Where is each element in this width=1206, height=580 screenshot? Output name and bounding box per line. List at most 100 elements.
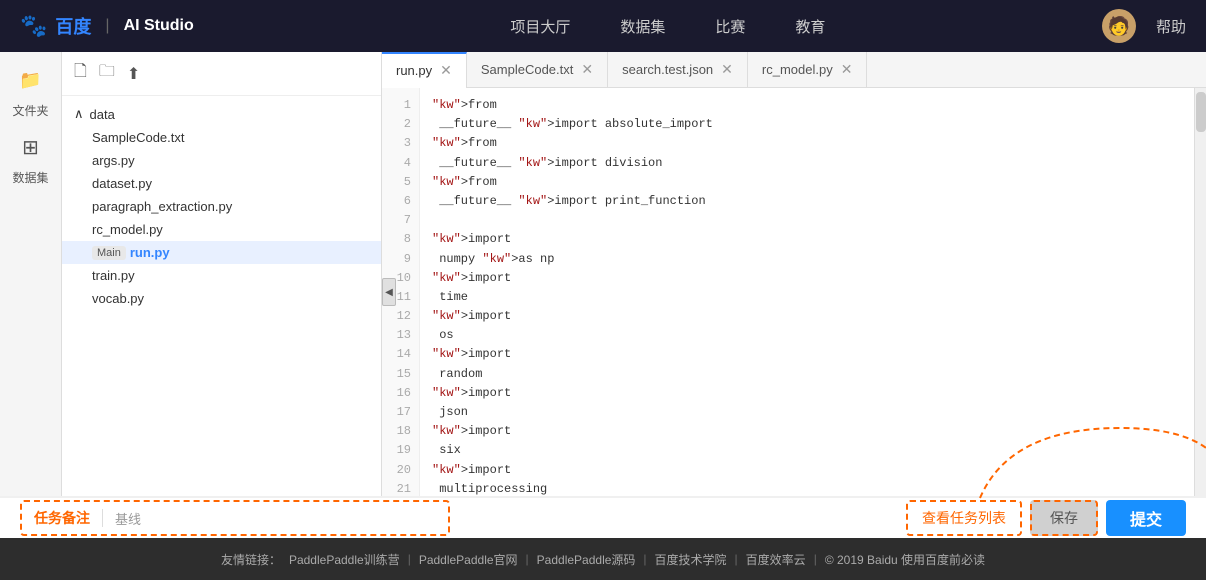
nav-item-education[interactable]: 教育 — [795, 16, 825, 37]
code-line: "kw">from — [432, 134, 1182, 153]
logo-baidu: 百度 — [55, 13, 91, 39]
line-number: 16 — [382, 384, 419, 403]
line-number: 19 — [382, 441, 419, 460]
code-line: "kw">import — [432, 422, 1182, 441]
file-paragraph[interactable]: paragraph_extraction.py — [62, 195, 381, 218]
footer-link-source[interactable]: PaddlePaddle源码 — [537, 551, 636, 568]
bottom-bar: 任务备注 基线 查看任务列表 保存 提交 — [0, 496, 1206, 538]
footer-link-official[interactable]: PaddlePaddle官网 — [419, 551, 518, 568]
line-number: 8 — [382, 230, 419, 249]
nav-right: 🧑 帮助 — [1102, 9, 1186, 43]
nav-items: 项目大厅 数据集 比赛 教育 — [234, 16, 1102, 37]
footer-prefix: 友情链接： — [221, 551, 281, 568]
tab-rc-model-label: rc_model.py — [762, 62, 833, 77]
input-divider — [102, 509, 103, 527]
file-dataset[interactable]: dataset.py — [62, 172, 381, 195]
code-container: ◀ 12345678910111213141516171819202122232… — [382, 88, 1206, 496]
file-run[interactable]: Main run.py — [62, 241, 381, 264]
line-number: 12 — [382, 307, 419, 326]
file-args[interactable]: args.py — [62, 149, 381, 172]
footer-link-cloud[interactable]: 百度效率云 — [746, 551, 806, 568]
nav-item-projects[interactable]: 项目大厅 — [510, 16, 570, 37]
logo-divider: | — [105, 17, 109, 35]
file-vocab[interactable]: vocab.py — [62, 287, 381, 310]
task-note-label: 任务备注 — [34, 508, 90, 528]
avatar[interactable]: 🧑 — [1102, 9, 1136, 43]
tab-rc-model[interactable]: rc_model.py ✕ — [748, 52, 868, 88]
nav-item-datasets[interactable]: 数据集 — [620, 16, 665, 37]
code-line: "kw">import — [432, 307, 1182, 326]
vertical-scrollbar[interactable] — [1194, 88, 1206, 496]
file-toolbar: 🗋 🗀 ⬆ — [62, 52, 381, 96]
line-number: 14 — [382, 345, 419, 364]
task-note-input[interactable]: 任务备注 基线 — [20, 500, 450, 536]
editor-area: run.py ✕ SampleCode.txt ✕ search.test.js… — [382, 52, 1206, 496]
baseline-label: 基线 — [115, 509, 436, 528]
sidebar-data-label: 数据集 — [12, 169, 48, 186]
line-number: 7 — [382, 211, 419, 230]
folder-data-label: data — [90, 107, 115, 122]
scrollbar-thumb[interactable] — [1196, 92, 1206, 132]
line-number: 17 — [382, 403, 419, 422]
upload-icon[interactable]: ⬆ — [127, 64, 140, 84]
collapse-arrow[interactable]: ◀ — [382, 278, 396, 306]
footer-link-training[interactable]: PaddlePaddle训练营 — [289, 551, 400, 568]
file-train[interactable]: train.py — [62, 264, 381, 287]
line-number: 20 — [382, 461, 419, 480]
code-line: "kw">import — [432, 461, 1182, 480]
code-content[interactable]: "kw">from __future__ "kw">import absolut… — [420, 88, 1194, 496]
task-list-button[interactable]: 查看任务列表 — [906, 500, 1022, 536]
tab-samplecode-label: SampleCode.txt — [481, 62, 574, 77]
baidu-paw-icon: 🐾 — [20, 13, 47, 39]
code-line: "kw">from — [432, 173, 1182, 192]
tab-run-py-label: run.py — [396, 63, 432, 78]
logo-ai-studio: AI Studio — [124, 17, 194, 35]
new-folder-icon[interactable]: 🗀 — [99, 60, 115, 87]
grid-icon[interactable]: ⊞ — [12, 129, 48, 165]
file-samplecode[interactable]: SampleCode.txt — [62, 126, 381, 149]
submit-button[interactable]: 提交 — [1106, 500, 1186, 536]
tab-run-py[interactable]: run.py ✕ — [382, 52, 467, 88]
help-button[interactable]: 帮助 — [1156, 16, 1186, 37]
top-nav: 🐾 百度 | AI Studio 项目大厅 数据集 比赛 教育 🧑 帮助 — [0, 0, 1206, 52]
footer: 友情链接： PaddlePaddle训练营 | PaddlePaddle官网 |… — [0, 538, 1206, 580]
tabs-bar: run.py ✕ SampleCode.txt ✕ search.test.js… — [382, 52, 1206, 88]
footer-copyright: © 2019 Baidu 使用百度前必读 — [825, 551, 985, 568]
code-line: "kw">from — [432, 96, 1182, 115]
main-area: 📁 文件夹 ⊞ 数据集 🗋 🗀 ⬆ ∧ data SampleCode.txt … — [0, 52, 1206, 496]
line-number: 13 — [382, 326, 419, 345]
tab-samplecode-close[interactable]: ✕ — [581, 61, 593, 78]
nav-item-competition[interactable]: 比赛 — [715, 16, 745, 37]
tab-rc-model-close[interactable]: ✕ — [841, 61, 853, 78]
tab-search-json[interactable]: search.test.json ✕ — [608, 52, 748, 88]
right-actions: 查看任务列表 保存 提交 — [906, 500, 1186, 536]
line-number: 6 — [382, 192, 419, 211]
folder-icon[interactable]: 📁 — [12, 62, 48, 98]
sidebar-file-label: 文件夹 — [12, 102, 48, 119]
sidebar-item-datasets[interactable]: ⊞ 数据集 — [12, 129, 48, 186]
line-number: 5 — [382, 173, 419, 192]
active-file-name: run.py — [130, 245, 170, 260]
footer-link-academy[interactable]: 百度技术学院 — [655, 551, 727, 568]
code-line — [432, 211, 1182, 230]
new-file-icon[interactable]: 🗋 — [74, 60, 87, 87]
tab-search-json-close[interactable]: ✕ — [721, 61, 733, 78]
line-number: 4 — [382, 154, 419, 173]
line-number: 9 — [382, 250, 419, 269]
code-line: "kw">import — [432, 345, 1182, 364]
save-button[interactable]: 保存 — [1030, 500, 1098, 536]
file-rc-model[interactable]: rc_model.py — [62, 218, 381, 241]
tab-samplecode[interactable]: SampleCode.txt ✕ — [467, 52, 608, 88]
line-number: 21 — [382, 480, 419, 496]
tab-run-py-close[interactable]: ✕ — [440, 62, 452, 79]
file-panel: 🗋 🗀 ⬆ ∧ data SampleCode.txt args.py data… — [62, 52, 382, 496]
line-number: 3 — [382, 134, 419, 153]
line-number: 18 — [382, 422, 419, 441]
main-badge: Main — [92, 246, 126, 260]
folder-data[interactable]: ∧ data — [62, 102, 381, 126]
line-number: 1 — [382, 96, 419, 115]
sidebar-item-files[interactable]: 📁 文件夹 — [12, 62, 48, 119]
tab-search-json-label: search.test.json — [622, 62, 713, 77]
code-line: "kw">import — [432, 269, 1182, 288]
file-tree: ∧ data SampleCode.txt args.py dataset.py… — [62, 96, 381, 496]
